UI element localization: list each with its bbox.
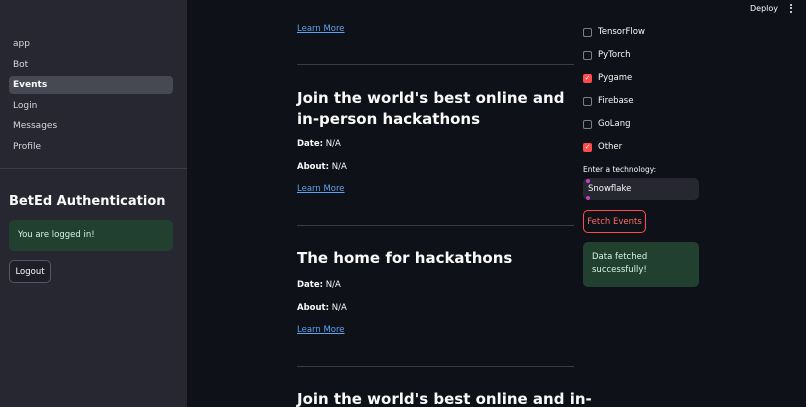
event-date: Date: N/A [297, 139, 341, 149]
checkbox-box[interactable] [583, 50, 592, 60]
checkbox-tensorflow[interactable]: TensorFlow [583, 26, 645, 38]
deploy-button[interactable]: Deploy [750, 4, 778, 13]
event-divider [297, 64, 574, 65]
event-about: About: N/A [297, 162, 347, 172]
checkbox-label: PyTorch [598, 50, 631, 60]
event-about: About: N/A [297, 303, 347, 313]
event-title: The home for hackathons [297, 249, 513, 267]
checkbox-label: Pygame [598, 73, 633, 83]
check-icon: ✓ [584, 142, 591, 151]
sidebar: app Bot Events Login Messages Profile Be… [0, 0, 187, 407]
checkbox-firebase[interactable]: Firebase [583, 95, 633, 107]
logout-button[interactable]: Logout [9, 260, 51, 283]
event-date: Date: N/A [297, 280, 341, 290]
input-handle-icon [586, 196, 590, 200]
sidebar-item-app[interactable]: app [9, 35, 173, 53]
checkbox-box[interactable]: ✓ [583, 73, 592, 83]
technology-input[interactable] [583, 178, 699, 200]
learn-more-link[interactable]: Learn More [297, 325, 345, 335]
fetch-events-button[interactable]: Fetch Events [583, 210, 646, 233]
checkbox-pytorch[interactable]: PyTorch [583, 49, 630, 61]
sidebar-item-profile[interactable]: Profile [9, 138, 173, 156]
sidebar-item-messages[interactable]: Messages [9, 117, 173, 135]
check-icon: ✓ [584, 73, 591, 82]
sidebar-item-events[interactable]: Events [9, 76, 173, 94]
sidebar-item-bot[interactable]: Bot [9, 56, 173, 74]
login-status-alert: You are logged in! [9, 220, 173, 251]
checkbox-box[interactable] [583, 119, 592, 129]
app-window: app Bot Events Login Messages Profile Be… [0, 0, 806, 407]
checkbox-golang[interactable]: GoLang [583, 118, 631, 130]
checkbox-label: TensorFlow [598, 27, 645, 37]
sidebar-divider [0, 168, 187, 169]
checkbox-other[interactable]: ✓ Other [583, 141, 622, 153]
checkbox-label: Other [598, 142, 623, 152]
checkbox-box[interactable] [583, 96, 592, 106]
learn-more-link[interactable]: Learn More [297, 184, 345, 194]
main-menu-icon[interactable] [786, 3, 796, 15]
checkbox-box[interactable] [583, 27, 592, 37]
sidebar-item-login[interactable]: Login [9, 97, 173, 115]
event-divider [297, 225, 574, 226]
learn-more-link[interactable]: Learn More [297, 24, 345, 34]
input-handle-icon [586, 179, 590, 183]
sidebar-nav: app Bot Events Login Messages Profile [9, 35, 173, 158]
checkbox-label: GoLang [598, 119, 631, 129]
technology-input-label: Enter a technology: [583, 165, 657, 174]
event-title: Join the world's best online and in- [297, 390, 592, 407]
fetch-status-alert: Data fetched successfully! [583, 242, 699, 287]
event-divider [297, 366, 574, 367]
checkbox-label: Firebase [598, 96, 634, 106]
event-title: Join the world's best online and in-pers… [297, 89, 565, 128]
checkbox-pygame[interactable]: ✓ Pygame [583, 72, 632, 84]
auth-title: BetEd Authentication [9, 194, 166, 209]
checkbox-box[interactable]: ✓ [583, 142, 592, 152]
